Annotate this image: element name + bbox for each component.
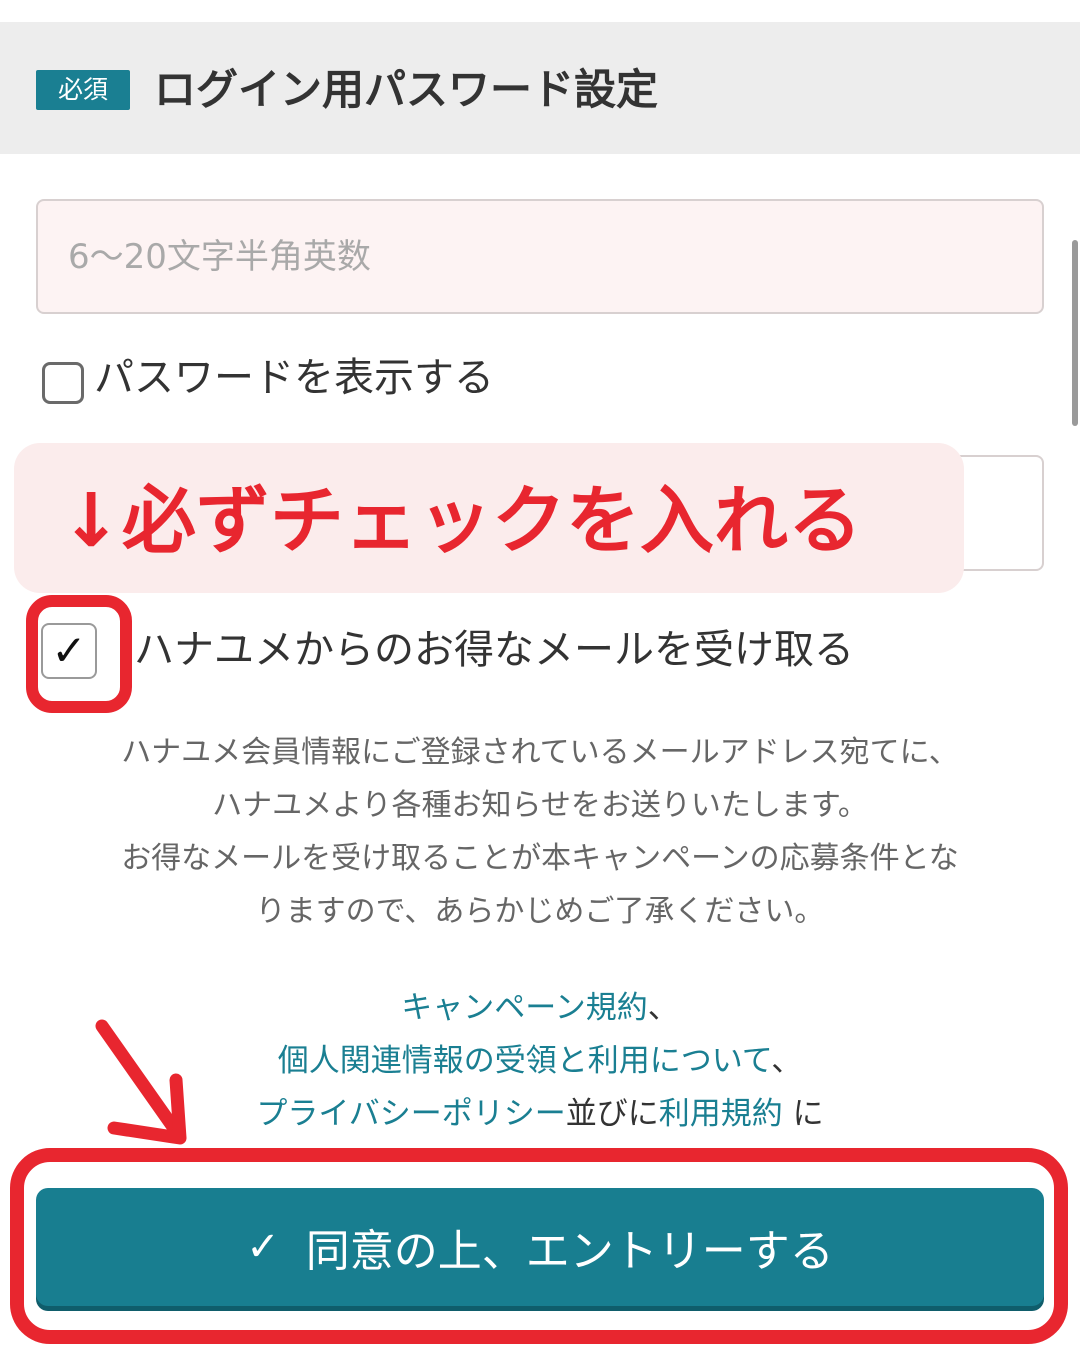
- campaign-terms-link[interactable]: キャンペーン規約: [401, 990, 647, 1026]
- personal-info-link[interactable]: 個人関連情報の受領と利用について: [278, 1043, 772, 1079]
- notice-line: ハナユメ会員情報にご登録されているメールアドレス宛てに、: [121, 735, 959, 770]
- notice-line: お得なメールを受け取ることが本キャンペーンの応募条件とな: [121, 841, 959, 876]
- scrollbar[interactable]: [1072, 240, 1078, 426]
- arrow-annotation-icon: [95, 1019, 187, 1145]
- terms-of-use-link[interactable]: 利用規約: [659, 1096, 783, 1132]
- notice-text: ハナユメ会員情報にご登録されているメールアドレス宛てに、 ハナユメより各種お知ら…: [20, 726, 1060, 938]
- show-password-checkbox[interactable]: [42, 362, 84, 404]
- password-input[interactable]: [36, 199, 1044, 314]
- highlight-ring-checkbox: [26, 595, 132, 713]
- notice-line: ハナユメより各種お知らせをお送りいたします。: [212, 788, 868, 823]
- notice-line: りますので、あらかじめご了承ください。: [255, 894, 825, 929]
- callout-text: ↓必ずチェックを入れる: [60, 478, 863, 564]
- separator: 、: [647, 990, 679, 1026]
- links-suffix: に: [782, 1096, 824, 1132]
- mail-optin-label[interactable]: ハナユメからのお得なメールを受け取る: [134, 622, 854, 678]
- submit-label: 同意の上、エントリーする: [305, 1226, 834, 1277]
- section-header: 必須 ログイン用パスワード設定: [0, 22, 1080, 154]
- entry-submit-button[interactable]: ✓ 同意の上、エントリーする: [36, 1188, 1044, 1306]
- top-strip: [0, 0, 1080, 22]
- privacy-policy-link[interactable]: プライバシーポリシー: [256, 1096, 565, 1132]
- and-text: 並びに: [565, 1096, 659, 1132]
- section-title: ログイン用パスワード設定: [154, 65, 659, 114]
- check-icon: ✓: [246, 1224, 280, 1270]
- show-password-label[interactable]: パスワードを表示する: [94, 350, 494, 406]
- separator: 、: [771, 1043, 803, 1079]
- required-badge: 必須: [36, 70, 130, 110]
